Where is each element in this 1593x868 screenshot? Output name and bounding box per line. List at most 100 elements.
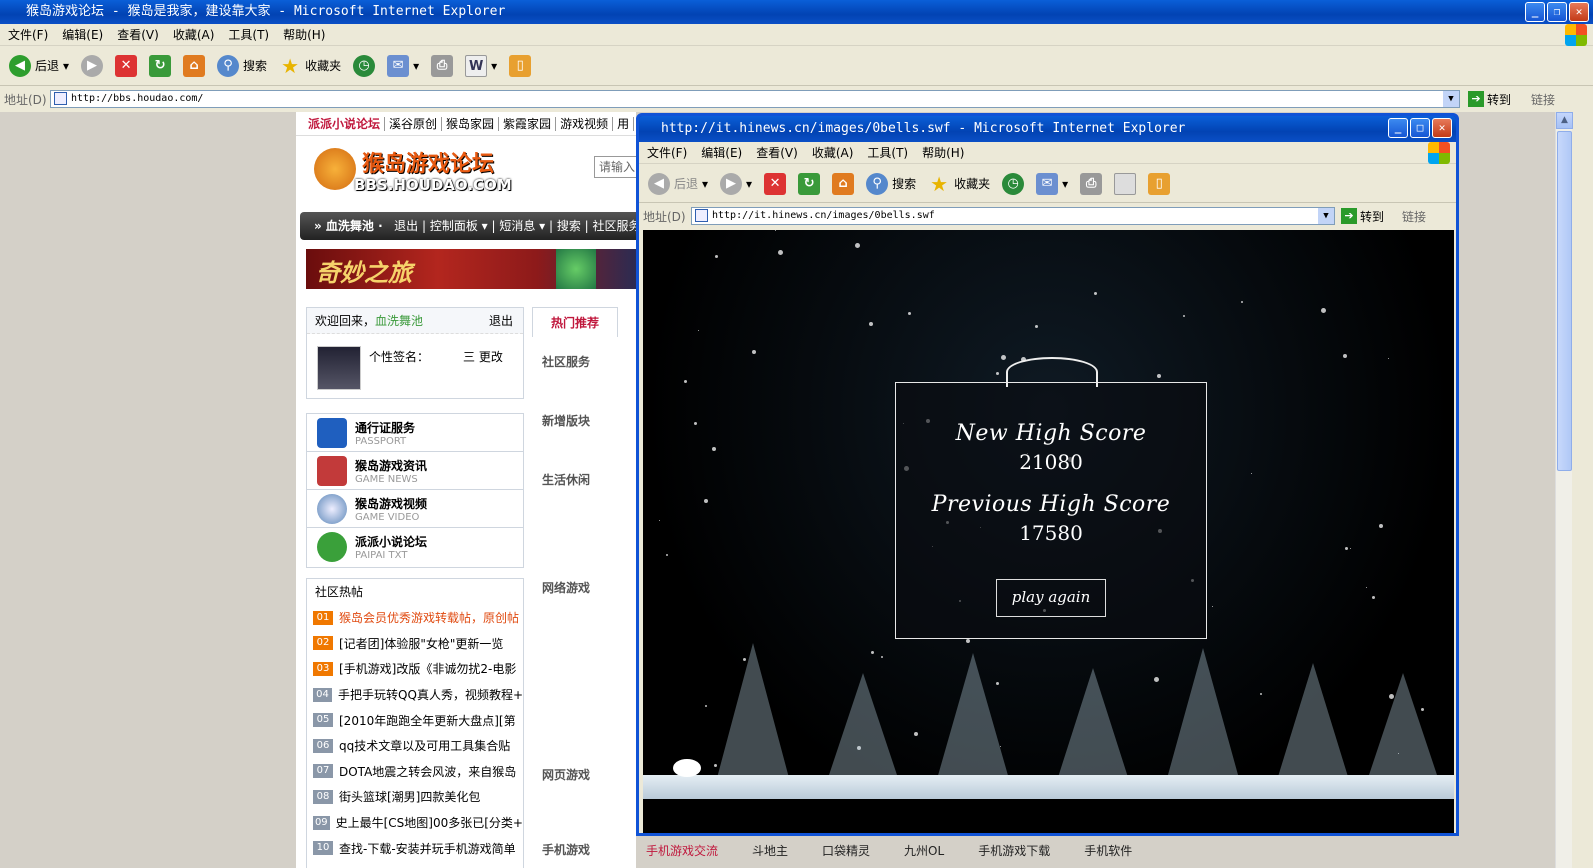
close-button[interactable]: ✕ xyxy=(1569,2,1589,22)
go-button[interactable]: ➔ 转到 xyxy=(1468,91,1511,108)
hot-post-item[interactable]: 01 猴岛会员优秀游戏转载帖，原创帖 xyxy=(307,605,523,631)
category-label[interactable]: 网络游戏 xyxy=(542,579,590,596)
nav-logout[interactable]: 退出 xyxy=(394,219,418,233)
forward-button[interactable]: ▶ xyxy=(78,53,106,79)
service-item[interactable]: 通行证服务 PASSPORT xyxy=(307,414,523,452)
top-link[interactable]: 溪谷原创 xyxy=(385,117,443,131)
flash-game-area[interactable]: New High Score 21080 Previous High Score… xyxy=(643,230,1454,833)
bottom-link[interactable]: 手机游戏交流 xyxy=(646,842,718,868)
research-button[interactable]: ▯ xyxy=(506,53,534,79)
avatar[interactable] xyxy=(317,346,361,390)
links-label[interactable]: 链接 xyxy=(1402,208,1426,225)
mail-button[interactable]: ✉ ▾ xyxy=(384,53,422,79)
history-button[interactable]: ◷ xyxy=(999,171,1027,197)
hot-post-item[interactable]: 06 qq技术文章以及可用工具集合贴 xyxy=(307,733,523,759)
minimize-button[interactable]: _ xyxy=(1525,2,1545,22)
forum-search-input[interactable]: 请输入 xyxy=(594,156,636,178)
panel-logout-link[interactable]: 退出 xyxy=(489,308,513,334)
hot-post-item[interactable]: 05 [2010年跑跑全年更新大盘点][第 xyxy=(307,707,523,733)
menu-tools[interactable]: 工具(T) xyxy=(228,26,269,43)
menu-edit[interactable]: 编辑(E) xyxy=(62,26,103,43)
back-button[interactable]: ◀ 后退 ▾ xyxy=(645,171,711,197)
mail-button[interactable]: ✉ ▾ xyxy=(1033,171,1071,197)
bottom-link[interactable]: 斗地主 xyxy=(752,842,788,868)
nav-messages[interactable]: 短消息 ▾ xyxy=(499,219,545,233)
popup-go-button[interactable]: ➔ 转到 xyxy=(1341,208,1384,225)
category-label[interactable]: 生活休闲 xyxy=(542,471,590,488)
hot-post-item[interactable]: 09 史上最牛[CS地图]00多张已[分类+ xyxy=(307,810,523,836)
research-button[interactable]: ▯ xyxy=(1145,171,1173,197)
address-dropdown-icon[interactable]: ▼ xyxy=(1318,208,1334,224)
refresh-button[interactable]: ↻ xyxy=(146,53,174,79)
popup-title-bar[interactable]: http://it.hinews.cn/images/0bells.swf - … xyxy=(639,116,1456,142)
address-input[interactable]: http://bbs.houdao.com/ ▼ xyxy=(50,90,1460,108)
edit-button[interactable] xyxy=(1111,171,1139,197)
menu-file[interactable]: 文件(F) xyxy=(647,144,687,161)
category-label[interactable]: 网页游戏 xyxy=(542,766,590,783)
menu-edit[interactable]: 编辑(E) xyxy=(701,144,742,161)
history-button[interactable]: ◷ xyxy=(350,53,378,79)
service-item[interactable]: 猴岛游戏视频 GAME VIDEO xyxy=(307,490,523,528)
menu-view[interactable]: 查看(V) xyxy=(756,144,798,161)
bottom-link[interactable]: 九州OL xyxy=(904,842,944,868)
home-button[interactable]: ⌂ xyxy=(829,171,857,197)
favorites-button[interactable]: ★ 收藏夹 xyxy=(925,171,993,197)
menu-view[interactable]: 查看(V) xyxy=(117,26,159,43)
hot-post-item[interactable]: 07 DOTA地震之转会风波，来自猴岛 xyxy=(307,759,523,785)
refresh-button[interactable]: ↻ xyxy=(795,171,823,197)
top-link[interactable]: 用 xyxy=(613,117,635,131)
forward-button[interactable]: ▶ ▾ xyxy=(717,171,755,197)
ad-banner[interactable]: 奇妙之旅 xyxy=(306,249,636,289)
nav-user[interactable]: » 血洗舞池 · xyxy=(314,219,383,233)
bottom-link[interactable]: 手机软件 xyxy=(1084,842,1132,868)
scroll-up-icon[interactable]: ▲ xyxy=(1556,112,1573,129)
service-item[interactable]: 派派小说论坛 PAIPAI TXT xyxy=(307,528,523,566)
top-link[interactable]: 猴岛家园 xyxy=(442,117,500,131)
hot-post-item[interactable]: 08 街头篮球[潮男]四款美化包 xyxy=(307,784,523,810)
hot-post-item[interactable]: 10 查找-下载-安装并玩手机游戏简单 xyxy=(307,835,523,861)
hot-post-item[interactable]: 02 [记者团]体验服"女枪"更新一览 xyxy=(307,631,523,657)
tab-hot-recommend[interactable]: 热门推荐 xyxy=(532,307,618,337)
links-label[interactable]: 链接 xyxy=(1531,91,1555,108)
address-dropdown-icon[interactable]: ▼ xyxy=(1443,91,1459,107)
signature-edit-link[interactable]: 三 更改 xyxy=(463,348,503,365)
popup-address-input[interactable]: http://it.hinews.cn/images/0bells.swf ▼ xyxy=(691,207,1335,225)
search-button[interactable]: ⚲ 搜索 xyxy=(214,53,270,79)
forum-logo[interactable]: 猴岛游戏论坛 BBS.HOUDAO.COM xyxy=(314,142,524,200)
hot-post-item[interactable]: 03 [手机游戏]改版《非诚勿扰2-电影 xyxy=(307,656,523,682)
edit-button[interactable]: W ▾ xyxy=(462,53,500,79)
menu-tools[interactable]: 工具(T) xyxy=(867,144,908,161)
menu-favorites[interactable]: 收藏(A) xyxy=(173,26,215,43)
print-button[interactable]: ⎙ xyxy=(428,53,456,79)
nav-services[interactable]: 社区服务 xyxy=(593,219,636,233)
search-button[interactable]: ⚲ 搜索 xyxy=(863,171,919,197)
favorites-button[interactable]: ★ 收藏夹 xyxy=(276,53,344,79)
category-label[interactable]: 社区服务 xyxy=(542,353,590,370)
bottom-link[interactable]: 手机游戏下载 xyxy=(978,842,1050,868)
stop-button[interactable]: ✕ xyxy=(761,171,789,197)
back-button[interactable]: ◀ 后退 ▾ xyxy=(6,53,72,79)
stop-button[interactable]: ✕ xyxy=(112,53,140,79)
category-label[interactable]: 新增版块 xyxy=(542,412,590,429)
menu-help[interactable]: 帮助(H) xyxy=(922,144,964,161)
restore-button[interactable]: ❐ xyxy=(1547,2,1567,22)
popup-minimize-button[interactable]: _ xyxy=(1388,118,1408,138)
top-link[interactable]: 派派小说论坛 xyxy=(304,117,386,131)
nav-search[interactable]: 搜索 xyxy=(557,219,581,233)
menu-file[interactable]: 文件(F) xyxy=(8,26,48,43)
nav-control-panel[interactable]: 控制面板 ▾ xyxy=(430,219,488,233)
vertical-scrollbar[interactable]: ▲ xyxy=(1555,112,1573,868)
menu-favorites[interactable]: 收藏(A) xyxy=(812,144,854,161)
scroll-thumb[interactable] xyxy=(1557,131,1572,471)
top-link[interactable]: 游戏视频 xyxy=(556,117,614,131)
category-label[interactable]: 手机游戏 xyxy=(542,841,590,858)
service-item[interactable]: 猴岛游戏资讯 GAME NEWS xyxy=(307,452,523,490)
popup-close-button[interactable]: ✕ xyxy=(1432,118,1452,138)
popup-maximize-button[interactable]: □ xyxy=(1410,118,1430,138)
play-again-button[interactable]: play again xyxy=(996,579,1106,617)
hot-post-item[interactable]: 04 手把手玩转QQ真人秀，视频教程+ xyxy=(307,682,523,708)
home-button[interactable]: ⌂ xyxy=(180,53,208,79)
print-button[interactable]: ⎙ xyxy=(1077,171,1105,197)
outer-title-bar[interactable]: 猴岛游戏论坛 - 猴岛是我家，建设靠大家 - Microsoft Interne… xyxy=(0,0,1593,24)
menu-help[interactable]: 帮助(H) xyxy=(283,26,325,43)
